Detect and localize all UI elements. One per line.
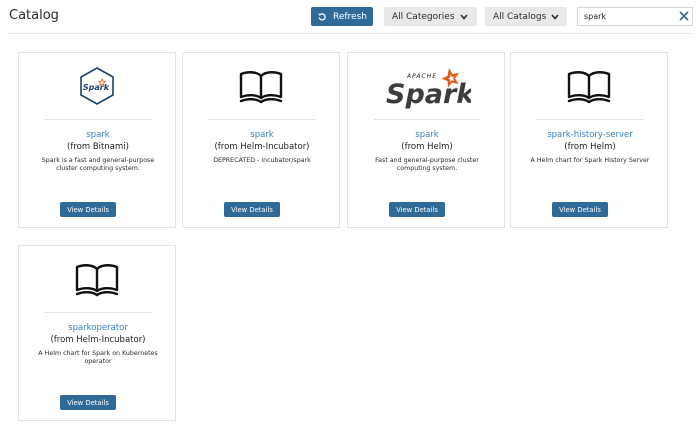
bitnami-spark-logo: Spark [19,61,175,111]
chart-source: (from Helm-Incubator) [50,335,146,345]
chart-description: Spark is a fast and general-purpose clus… [41,157,155,173]
view-details-button[interactable]: View Details [552,202,608,217]
chart-description: Fast and general-purpose cluster computi… [375,157,479,173]
card-divider [45,312,151,313]
card-divider [537,119,643,120]
catalog-card[interactable]: Spark spark (from Bitnami) Spark is a fa… [18,52,176,228]
chart-name-link[interactable]: spark-history-server [515,130,665,140]
catalog-card[interactable]: APACHE Spark spark (from Helm) Fast and … [347,52,505,228]
page-title: Catalog [9,8,59,23]
chart-source: (from Helm-Incubator) [214,142,310,152]
refresh-button[interactable]: Refresh [311,7,373,26]
refresh-label: Refresh [333,11,367,22]
refresh-icon [318,12,326,21]
chart-source: (from Helm) [564,142,616,152]
catalog-card[interactable]: spark (from Helm-Incubator) DEPRECATED -… [182,52,340,228]
close-icon[interactable] [678,10,690,22]
catalogs-dropdown[interactable]: All Catalogs [485,7,567,26]
view-details-button[interactable]: View Details [60,395,116,410]
catalog-card[interactable]: spark-history-server (from Helm) A Helm … [510,52,668,228]
chart-name-link[interactable]: spark [352,130,502,140]
catalogs-label: All Catalogs [493,11,547,22]
view-details-button[interactable]: View Details [389,202,445,217]
search-input[interactable] [577,7,693,26]
categories-dropdown[interactable]: All Categories [384,7,477,26]
chart-name-link[interactable]: spark [23,130,173,140]
book-icon [19,254,175,304]
book-icon [183,61,339,111]
categories-label: All Categories [392,11,455,22]
apache-spark-logo: APACHE Spark [348,61,504,111]
card-divider [374,119,480,120]
chart-name-link[interactable]: sparkoperator [23,323,173,333]
catalog-card[interactable]: sparkoperator (from Helm-Incubator) A He… [18,245,176,421]
view-details-button[interactable]: View Details [60,202,116,217]
chart-description: A Helm chart for Spark on Kubernetes ope… [38,350,158,366]
svg-text:Spark: Spark [83,83,110,92]
view-details-button[interactable]: View Details [224,202,280,217]
header-divider [9,33,692,34]
chevron-down-icon [551,13,559,20]
chart-description: DEPRECATED - incubator/spark [213,157,311,164]
card-divider [45,119,151,120]
chart-description: A Helm chart for Spark History Server [530,157,650,164]
book-icon [511,61,667,111]
header-bar: Catalog Refresh All Categories All Catal… [0,0,700,34]
chart-name-link[interactable]: spark [187,130,337,140]
chart-source: (from Bitnami) [67,142,129,152]
chevron-down-icon [459,13,468,20]
card-divider [209,119,315,120]
chart-source: (from Helm) [401,142,453,152]
